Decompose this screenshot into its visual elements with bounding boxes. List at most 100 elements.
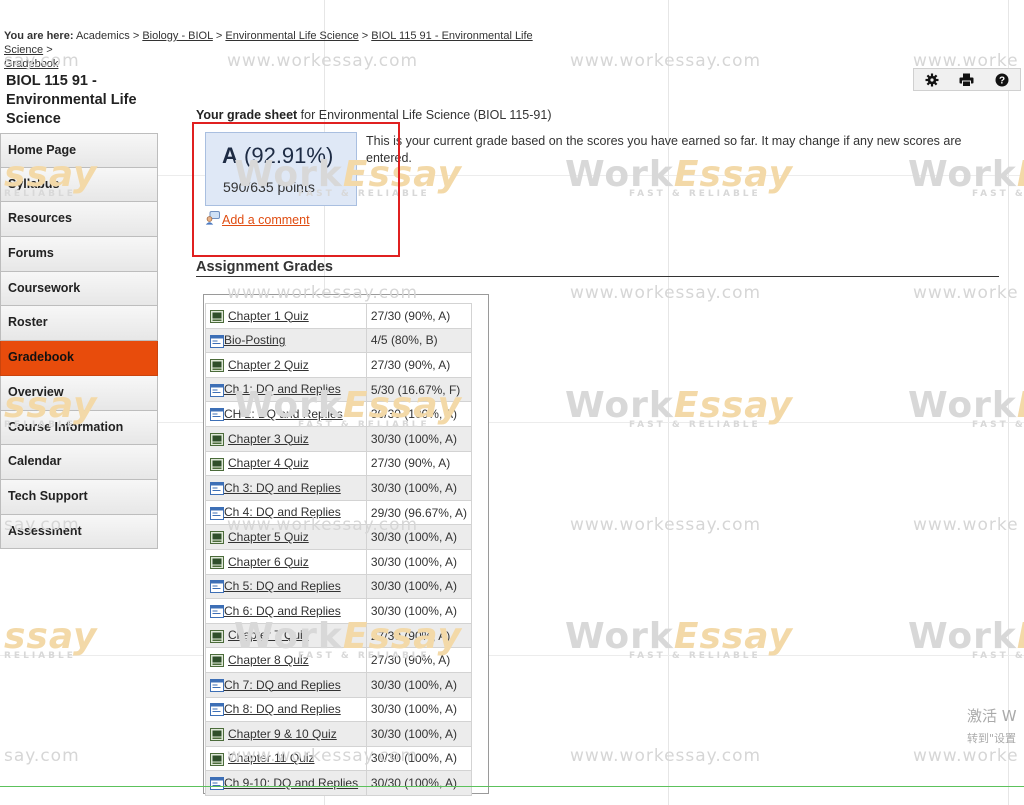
table-row: Ch 1: DQ and Replies 5/30 (16.67%, F)	[205, 376, 473, 403]
quiz-icon	[210, 628, 224, 643]
sidebar-item-syllabus[interactable]: Syllabus	[0, 167, 158, 203]
bottom-divider	[0, 786, 1024, 787]
sidebar-item-coursework[interactable]: Coursework	[0, 271, 158, 307]
table-row: Ch 7: DQ and Replies 30/30 (100%, A)	[205, 671, 473, 698]
breadcrumb-link-gradebook[interactable]: Gradebook	[4, 58, 58, 70]
watermark-text: www.worke	[913, 283, 1019, 303]
breadcrumb-prefix: You are here:	[4, 30, 74, 42]
svg-text:?: ?	[999, 75, 1005, 86]
assignment-link[interactable]: CH 2: DQ and Replies	[224, 407, 343, 421]
assignment-score: 27/30 (90%, A)	[365, 450, 473, 477]
comment-icon	[205, 211, 220, 228]
table-row: Ch 5: DQ and Replies 30/30 (100%, A)	[205, 573, 473, 600]
gear-icon[interactable]	[924, 72, 940, 88]
assignment-link[interactable]: Chapter 1 Quiz	[228, 309, 309, 323]
assignment-link[interactable]: Chapter 3 Quiz	[228, 432, 309, 446]
assignment-score: 30/30 (100%, A)	[365, 425, 473, 452]
table-row: Chapter 11 Quiz 30/30 (100%, A)	[205, 745, 473, 772]
grade-percent: (92.91%)	[244, 143, 334, 168]
assignment-grades-title: Assignment Grades	[196, 259, 999, 277]
sidebar-item-resources[interactable]: Resources	[0, 202, 158, 238]
table-row: Chapter 7 Quiz 27/30 (90%, A)	[205, 622, 473, 649]
discussion-icon	[210, 678, 224, 692]
table-row: Chapter 5 Quiz 30/30 (100%, A)	[205, 524, 473, 550]
assignment-link[interactable]: Chapter 2 Quiz	[228, 358, 309, 372]
sidebar-item-tech-support[interactable]: Tech Support	[0, 479, 158, 515]
watermark-logo: ssay RELIABLE	[4, 616, 98, 661]
sidebar-item-forums[interactable]: Forums	[0, 237, 158, 272]
assignment-link[interactable]: Chapter 11 Quiz	[228, 751, 315, 765]
quiz-icon	[210, 530, 224, 545]
discussion-icon	[210, 505, 224, 520]
table-row: Ch 4: DQ and Replies 29/30 (96.67%, A)	[205, 499, 473, 526]
watermark-text: www.workessay.com	[570, 51, 762, 71]
table-row: Ch 6: DQ and Replies 30/30 (100%, A)	[205, 598, 473, 624]
assignment-link[interactable]: Ch 9-10: DQ and Replies	[224, 776, 358, 790]
watermark-text: www.workessay.com	[570, 283, 762, 303]
help-icon[interactable]: ?	[994, 72, 1010, 88]
assignment-link[interactable]: Ch 1: DQ and Replies	[224, 382, 341, 396]
assignment-link[interactable]: Chapter 8 Quiz	[228, 653, 309, 667]
assignment-link[interactable]: Ch 3: DQ and Replies	[224, 481, 341, 495]
assignment-score: 27/30 (90%, A)	[365, 352, 473, 378]
assignment-link[interactable]: Chapter 4 Quiz	[228, 456, 309, 470]
sidebar-item-overview[interactable]: Overview	[0, 375, 158, 411]
assignment-link[interactable]: Chapter 5 Quiz	[228, 530, 309, 544]
assignment-score: 29/30 (96.67%, A)	[365, 499, 473, 526]
sidebar-item-course-information[interactable]: Course Information	[0, 410, 158, 446]
table-row: Chapter 8 Quiz 27/30 (90%, A)	[205, 647, 473, 673]
table-row: Bio-Posting 4/5 (80%, B)	[205, 327, 473, 354]
breadcrumb: You are here: Academics > Biology - BIOL…	[4, 30, 533, 70]
assignment-link[interactable]: Ch 4: DQ and Replies	[224, 505, 341, 519]
watermark-logo: WorkEssay FAST & RELIABLE	[565, 616, 793, 661]
discussion-icon	[210, 604, 224, 619]
overall-grade: A (92.91%)	[222, 143, 333, 169]
add-comment-link[interactable]: Add a comment	[222, 213, 310, 227]
course-title: BIOL 115 91 - Environmental Life Science	[6, 73, 137, 127]
discussion-icon	[210, 776, 224, 791]
sidebar-item-home-page[interactable]: Home Page	[0, 133, 158, 168]
quiz-icon	[210, 358, 224, 373]
assignment-score: 5/30 (16.67%, F)	[365, 376, 473, 403]
assignment-link[interactable]: Ch 5: DQ and Replies	[224, 579, 341, 593]
add-comment: Add a comment	[205, 211, 310, 228]
quiz-icon	[210, 653, 224, 668]
assignment-link[interactable]: Chapter 7 Quiz	[228, 628, 309, 642]
breadcrumb-link-env-life-science[interactable]: Environmental Life Science	[225, 30, 358, 42]
breadcrumb-root: Academics	[75, 30, 130, 42]
watermark-text: www.worke	[913, 746, 1019, 766]
grade-letter: A	[222, 143, 238, 168]
breadcrumb-link-biology[interactable]: Biology - BIOL	[142, 30, 213, 42]
assignment-score: 30/30 (100%, A)	[365, 401, 473, 427]
sidebar-item-roster[interactable]: Roster	[0, 306, 158, 342]
watermark-text: www.workessay.com	[570, 746, 762, 766]
assignment-score: 30/30 (100%, A)	[365, 548, 473, 575]
sidebar-item-assessment[interactable]: Assessment	[0, 514, 158, 550]
assignment-score: 27/30 (90%, A)	[365, 622, 473, 649]
table-row: Chapter 4 Quiz 27/30 (90%, A)	[205, 450, 473, 477]
sidebar-item-calendar[interactable]: Calendar	[0, 445, 158, 480]
discussion-icon	[210, 382, 224, 397]
grade-sheet-title: Your grade sheet for Environmental Life …	[196, 108, 552, 122]
watermark-logo: WorkEssay FAST & RELIABLE	[565, 385, 793, 430]
assignment-link[interactable]: Chapter 9 & 10 Quiz	[228, 727, 337, 741]
print-icon[interactable]	[959, 72, 975, 88]
table-row: CH 2: DQ and Replies 30/30 (100%, A)	[205, 401, 473, 427]
grade-note: This is your current grade based on the …	[366, 134, 962, 165]
discussion-icon	[210, 333, 224, 348]
quiz-icon	[210, 456, 224, 471]
discussion-icon	[210, 407, 224, 422]
assignment-link[interactable]: Chapter 6 Quiz	[228, 555, 309, 569]
assignment-link[interactable]: Ch 8: DQ and Replies	[224, 702, 341, 716]
assignment-link[interactable]: Bio-Posting	[224, 333, 285, 347]
sidebar-item-gradebook[interactable]: Gradebook	[0, 341, 158, 376]
table-row: Ch 3: DQ and Replies 30/30 (100%, A)	[205, 475, 473, 501]
assignment-score: 30/30 (100%, A)	[365, 524, 473, 550]
assignment-link[interactable]: Ch 7: DQ and Replies	[224, 678, 341, 692]
quiz-icon	[210, 751, 224, 766]
assignment-score: 30/30 (100%, A)	[365, 598, 473, 624]
assignment-link[interactable]: Ch 6: DQ and Replies	[224, 604, 341, 618]
discussion-icon	[210, 579, 224, 594]
table-row: Ch 8: DQ and Replies 30/30 (100%, A)	[205, 696, 473, 723]
table-row: Chapter 2 Quiz 27/30 (90%, A)	[205, 352, 473, 378]
